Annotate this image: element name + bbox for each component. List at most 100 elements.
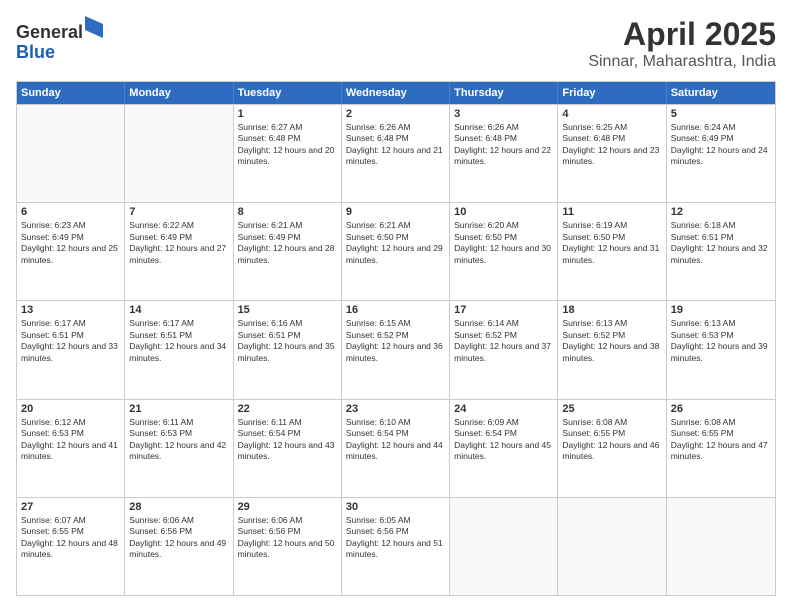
day-number: 25 (562, 403, 661, 415)
calendar-cell: 19 Sunrise: 6:13 AMSunset: 6:53 PMDayligh… (667, 301, 775, 398)
logo-general: General (16, 22, 83, 42)
calendar-cell: 11Sunrise: 6:19 AMSunset: 6:50 PMDayligh… (558, 203, 666, 300)
header-cell-thursday: Thursday (450, 82, 558, 104)
day-number: 10 (454, 206, 553, 218)
calendar-cell: 6 Sunrise: 6:23 AMSunset: 6:49 PMDaylight… (17, 203, 125, 300)
calendar-cell: 28 Sunrise: 6:06 AMSunset: 6:56 PMDayligh… (125, 498, 233, 595)
calendar-cell (17, 105, 125, 202)
cell-info: Sunrise: 6:05 AMSunset: 6:56 PMDaylight:… (346, 515, 445, 561)
day-number: 4 (562, 108, 661, 120)
calendar-cell: 25Sunrise: 6:08 AMSunset: 6:55 PMDayligh… (558, 400, 666, 497)
calendar-cell: 13 Sunrise: 6:17 AMSunset: 6:51 PMDayligh… (17, 301, 125, 398)
calendar-cell: 14Sunrise: 6:17 AMSunset: 6:51 PMDayligh… (125, 301, 233, 398)
day-number: 24 (454, 403, 553, 415)
calendar-cell (558, 498, 666, 595)
logo-blue-text: Blue (16, 42, 55, 62)
day-number: 18 (562, 304, 661, 316)
calendar-cell (450, 498, 558, 595)
day-number: 23 (346, 403, 445, 415)
day-number: 13 (21, 304, 120, 316)
calendar-cell: 8 Sunrise: 6:21 AMSunset: 6:49 PMDaylight… (234, 203, 342, 300)
cell-info: Sunrise: 6:27 AMSunset: 6:48 PMDaylight:… (238, 122, 337, 168)
calendar-cell: 18 Sunrise: 6:13 AMSunset: 6:52 PMDayligh… (558, 301, 666, 398)
header-cell-saturday: Saturday (667, 82, 775, 104)
day-number: 22 (238, 403, 337, 415)
header-cell-friday: Friday (558, 82, 666, 104)
cell-info: Sunrise: 6:25 AMSunset: 6:48 PMDaylight:… (562, 122, 661, 168)
calendar-cell: 29Sunrise: 6:06 AMSunset: 6:56 PMDayligh… (234, 498, 342, 595)
cell-info: Sunrise: 6:14 AMSunset: 6:52 PMDaylight:… (454, 318, 553, 364)
header-cell-tuesday: Tuesday (234, 82, 342, 104)
day-number: 7 (129, 206, 228, 218)
cell-info: Sunrise: 6:26 AMSunset: 6:48 PMDaylight:… (454, 122, 553, 168)
day-number: 2 (346, 108, 445, 120)
header-cell-sunday: Sunday (17, 82, 125, 104)
month-title: April 2025 (588, 16, 776, 53)
calendar-cell (667, 498, 775, 595)
cell-info: Sunrise: 6:22 AMSunset: 6:49 PMDaylight:… (129, 220, 228, 266)
day-number: 1 (238, 108, 337, 120)
cell-info: Sunrise: 6:16 AMSunset: 6:51 PMDaylight:… (238, 318, 337, 364)
calendar-cell: 7 Sunrise: 6:22 AMSunset: 6:49 PMDaylight… (125, 203, 233, 300)
calendar: SundayMondayTuesdayWednesdayThursdayFrid… (16, 81, 776, 596)
day-number: 15 (238, 304, 337, 316)
cell-info: Sunrise: 6:24 AMSunset: 6:49 PMDaylight:… (671, 122, 771, 168)
header: General Blue April 2025 Sinnar, Maharash… (16, 16, 776, 71)
calendar-row-2: 6 Sunrise: 6:23 AMSunset: 6:49 PMDaylight… (17, 202, 775, 300)
calendar-cell: 16Sunrise: 6:15 AMSunset: 6:52 PMDayligh… (342, 301, 450, 398)
cell-info: Sunrise: 6:08 AMSunset: 6:55 PMDaylight:… (671, 417, 771, 463)
calendar-cell: 1 Sunrise: 6:27 AMSunset: 6:48 PMDaylight… (234, 105, 342, 202)
calendar-cell: 2 Sunrise: 6:26 AMSunset: 6:48 PMDaylight… (342, 105, 450, 202)
title-block: April 2025 Sinnar, Maharashtra, India (588, 16, 776, 71)
logo-icon (85, 16, 103, 38)
day-number: 17 (454, 304, 553, 316)
cell-info: Sunrise: 6:10 AMSunset: 6:54 PMDaylight:… (346, 417, 445, 463)
calendar-cell: 9Sunrise: 6:21 AMSunset: 6:50 PMDaylight… (342, 203, 450, 300)
cell-info: Sunrise: 6:12 AMSunset: 6:53 PMDaylight:… (21, 417, 120, 463)
day-number: 11 (562, 206, 661, 218)
header-cell-wednesday: Wednesday (342, 82, 450, 104)
calendar-cell: 3 Sunrise: 6:26 AMSunset: 6:48 PMDaylight… (450, 105, 558, 202)
cell-info: Sunrise: 6:06 AMSunset: 6:56 PMDaylight:… (129, 515, 228, 561)
cell-info: Sunrise: 6:23 AMSunset: 6:49 PMDaylight:… (21, 220, 120, 266)
day-number: 9 (346, 206, 445, 218)
cell-info: Sunrise: 6:13 AMSunset: 6:53 PMDaylight:… (671, 318, 771, 364)
day-number: 21 (129, 403, 228, 415)
calendar-cell: 15 Sunrise: 6:16 AMSunset: 6:51 PMDayligh… (234, 301, 342, 398)
cell-info: Sunrise: 6:13 AMSunset: 6:52 PMDaylight:… (562, 318, 661, 364)
calendar-cell: 26Sunrise: 6:08 AMSunset: 6:55 PMDayligh… (667, 400, 775, 497)
day-number: 27 (21, 501, 120, 513)
cell-info: Sunrise: 6:18 AMSunset: 6:51 PMDaylight:… (671, 220, 771, 266)
header-cell-monday: Monday (125, 82, 233, 104)
cell-info: Sunrise: 6:21 AMSunset: 6:49 PMDaylight:… (238, 220, 337, 266)
day-number: 3 (454, 108, 553, 120)
calendar-header: SundayMondayTuesdayWednesdayThursdayFrid… (17, 82, 775, 104)
calendar-cell: 5 Sunrise: 6:24 AMSunset: 6:49 PMDaylight… (667, 105, 775, 202)
calendar-cell: 21 Sunrise: 6:11 AMSunset: 6:53 PMDayligh… (125, 400, 233, 497)
logo-text: General Blue (16, 16, 103, 63)
location-title: Sinnar, Maharashtra, India (588, 53, 776, 71)
calendar-cell: 30 Sunrise: 6:05 AMSunset: 6:56 PMDayligh… (342, 498, 450, 595)
calendar-row-3: 13 Sunrise: 6:17 AMSunset: 6:51 PMDayligh… (17, 300, 775, 398)
day-number: 30 (346, 501, 445, 513)
cell-info: Sunrise: 6:11 AMSunset: 6:54 PMDaylight:… (238, 417, 337, 463)
day-number: 28 (129, 501, 228, 513)
day-number: 12 (671, 206, 771, 218)
cell-info: Sunrise: 6:20 AMSunset: 6:50 PMDaylight:… (454, 220, 553, 266)
calendar-row-5: 27 Sunrise: 6:07 AMSunset: 6:55 PMDayligh… (17, 497, 775, 595)
logo: General Blue (16, 16, 103, 63)
cell-info: Sunrise: 6:17 AMSunset: 6:51 PMDaylight:… (21, 318, 120, 364)
calendar-cell: 24Sunrise: 6:09 AMSunset: 6:54 PMDayligh… (450, 400, 558, 497)
day-number: 16 (346, 304, 445, 316)
calendar-cell: 17 Sunrise: 6:14 AMSunset: 6:52 PMDayligh… (450, 301, 558, 398)
calendar-cell: 4 Sunrise: 6:25 AMSunset: 6:48 PMDaylight… (558, 105, 666, 202)
cell-info: Sunrise: 6:26 AMSunset: 6:48 PMDaylight:… (346, 122, 445, 168)
cell-info: Sunrise: 6:07 AMSunset: 6:55 PMDaylight:… (21, 515, 120, 561)
cell-info: Sunrise: 6:11 AMSunset: 6:53 PMDaylight:… (129, 417, 228, 463)
day-number: 19 (671, 304, 771, 316)
cell-info: Sunrise: 6:17 AMSunset: 6:51 PMDaylight:… (129, 318, 228, 364)
day-number: 8 (238, 206, 337, 218)
day-number: 5 (671, 108, 771, 120)
day-number: 6 (21, 206, 120, 218)
calendar-cell: 10 Sunrise: 6:20 AMSunset: 6:50 PMDayligh… (450, 203, 558, 300)
